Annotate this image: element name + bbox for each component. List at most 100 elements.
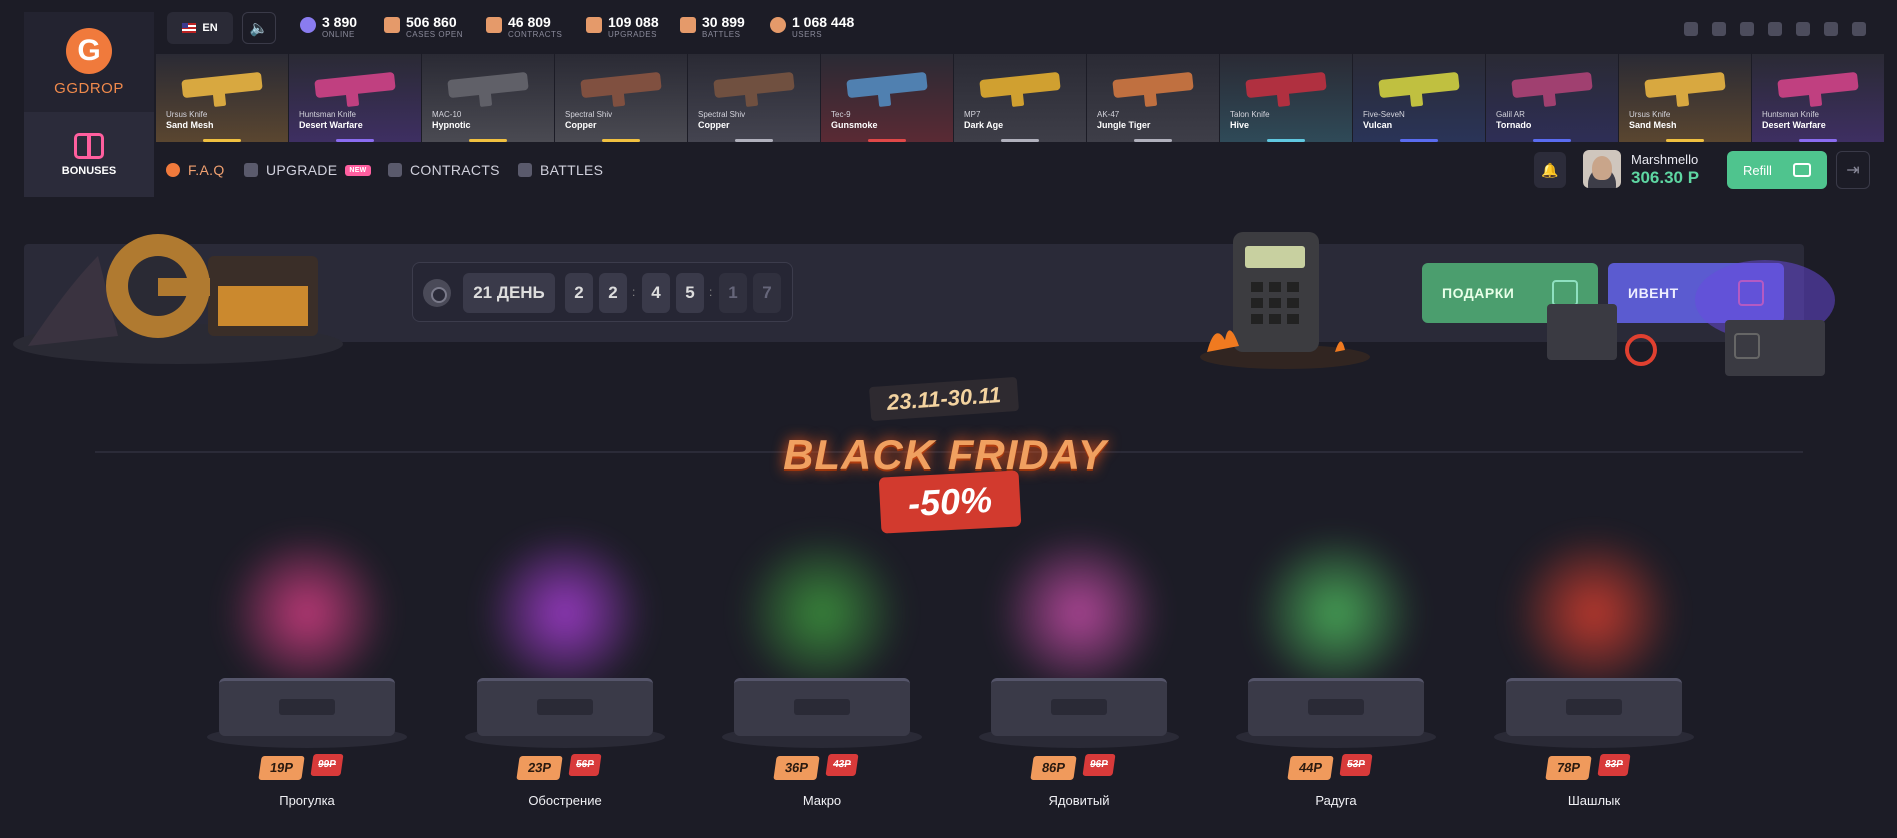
live-drop-card[interactable]: MP7 Dark Age bbox=[954, 54, 1086, 142]
user-icon bbox=[770, 17, 786, 33]
user-balance: 306.30 P bbox=[1631, 168, 1700, 187]
drop-weapon: Ursus Knife bbox=[166, 110, 208, 119]
live-drop-card[interactable]: Five-SeveN Vulcan bbox=[1353, 54, 1485, 142]
tiktok-icon[interactable] bbox=[1852, 22, 1866, 36]
case-card[interactable]: 78P 83P Шашлык bbox=[1484, 528, 1704, 810]
vk-icon[interactable] bbox=[1712, 22, 1726, 36]
live-drop-card[interactable]: Ursus Knife Sand Mesh bbox=[1619, 54, 1751, 142]
youtube-icon[interactable] bbox=[1768, 22, 1782, 36]
drop-weapon: Huntsman Knife bbox=[299, 110, 356, 119]
stat-value: 3 890 bbox=[322, 14, 358, 30]
online-icon bbox=[300, 17, 316, 33]
drop-skin: Copper bbox=[698, 120, 730, 130]
contract-icon bbox=[388, 163, 402, 177]
countdown-separator: : bbox=[632, 285, 636, 299]
nav-label: F.A.Q bbox=[188, 162, 225, 178]
countdown-digit: 2 bbox=[565, 273, 593, 313]
live-drop-card[interactable]: AK-47 Jungle Tiger bbox=[1087, 54, 1219, 142]
logout-button[interactable]: ⇥ bbox=[1836, 151, 1870, 189]
rarity-bar bbox=[735, 139, 773, 142]
case-card[interactable]: 44P 53P Радуга bbox=[1226, 528, 1446, 810]
nav-label: BATTLES bbox=[540, 162, 604, 178]
weapon-image bbox=[447, 71, 529, 99]
stat-label: ONLINE bbox=[322, 30, 355, 39]
refill-button[interactable]: Refill bbox=[1727, 151, 1827, 189]
sound-toggle[interactable]: 🔈 bbox=[242, 12, 276, 44]
nav-faq[interactable]: F.A.Q bbox=[166, 160, 225, 180]
clock-icon bbox=[423, 279, 451, 307]
site-logo[interactable]: G GGDROP bbox=[24, 12, 154, 112]
notifications-button[interactable]: 🔔 bbox=[1534, 152, 1566, 188]
drop-weapon: Spectral Shiv bbox=[698, 110, 746, 119]
bonuses-button[interactable]: BONUSES bbox=[24, 112, 154, 197]
nav-label: UPGRADE bbox=[266, 162, 338, 178]
username[interactable]: Marshmello bbox=[1631, 152, 1698, 167]
live-drop-card[interactable]: Huntsman Knife Desert Warfare bbox=[289, 54, 421, 142]
twitter-icon[interactable] bbox=[1796, 22, 1810, 36]
weapon-image bbox=[1644, 71, 1726, 99]
case-art bbox=[732, 538, 912, 688]
case-old-price: 56P bbox=[568, 754, 602, 776]
stat-label: BATTLES bbox=[702, 30, 741, 39]
rarity-bar bbox=[336, 139, 374, 142]
rarity-bar bbox=[602, 139, 640, 142]
case-box bbox=[991, 678, 1167, 736]
case-card[interactable]: 36P 43P Макро bbox=[712, 528, 932, 810]
telegram-icon[interactable] bbox=[1684, 22, 1698, 36]
drop-skin: Tornado bbox=[1496, 120, 1532, 130]
instagram-icon[interactable] bbox=[1740, 22, 1754, 36]
countdown-digit: 4 bbox=[642, 273, 670, 313]
case-card[interactable]: 86P 96P Ядовитый bbox=[969, 528, 1189, 810]
live-drop-card[interactable]: Huntsman Knife Desert Warfare bbox=[1752, 54, 1884, 142]
case-name: Макро bbox=[802, 793, 842, 808]
countdown-digit: 7 bbox=[753, 273, 781, 313]
weapon-image bbox=[713, 71, 795, 99]
case-old-price: 96P bbox=[1082, 754, 1116, 776]
weapon-image bbox=[181, 71, 263, 99]
case-art bbox=[1504, 538, 1684, 688]
live-drop-card[interactable]: Talon Knife Hive bbox=[1220, 54, 1352, 142]
us-flag-icon bbox=[182, 23, 197, 33]
case-old-price: 53P bbox=[1339, 754, 1373, 776]
live-drop-card[interactable]: Spectral Shiv Copper bbox=[688, 54, 820, 142]
countdown-days: 21 ДЕНЬ bbox=[463, 273, 555, 313]
stat-value: 46 809 bbox=[508, 14, 551, 30]
case-card[interactable]: 23P 56P Обострение bbox=[455, 528, 675, 810]
live-drop-card[interactable]: Ursus Knife Sand Mesh bbox=[156, 54, 288, 142]
bell-icon: 🔔 bbox=[1541, 161, 1559, 178]
case-art bbox=[989, 538, 1169, 688]
weapon-image bbox=[846, 71, 928, 99]
nav-upgrade[interactable]: UPGRADE NEW bbox=[244, 160, 371, 180]
live-drop-card[interactable]: MAC-10 Hypnotic bbox=[422, 54, 554, 142]
case-icon bbox=[384, 17, 400, 33]
stat-value: 1 068 448 bbox=[792, 14, 855, 30]
logo-text: GGDROP bbox=[54, 79, 124, 97]
countdown-digit: 5 bbox=[676, 273, 704, 313]
stat-online: 3 890 ONLINE bbox=[300, 14, 357, 44]
event-chest-illustration bbox=[1547, 260, 1835, 376]
case-name: Шашлык bbox=[1567, 793, 1621, 808]
nav-battles[interactable]: BATTLES bbox=[518, 160, 603, 180]
live-drop-card[interactable]: Tec-9 Gunsmoke bbox=[821, 54, 953, 142]
stat-cases-open: 506 860 CASES OPEN bbox=[384, 14, 463, 44]
case-name: Радуга bbox=[1315, 793, 1357, 808]
case-box bbox=[219, 678, 395, 736]
countdown-digit: 2 bbox=[599, 273, 627, 313]
speaker-icon: 🔈 bbox=[249, 20, 269, 37]
nav-contracts[interactable]: CONTRACTS bbox=[388, 160, 500, 180]
language-code: EN bbox=[202, 22, 218, 34]
stat-contracts: 46 809 CONTRACTS bbox=[486, 14, 562, 44]
live-drop-card[interactable]: Spectral Shiv Copper bbox=[555, 54, 687, 142]
facebook-icon[interactable] bbox=[1824, 22, 1838, 36]
language-select[interactable]: EN bbox=[167, 12, 233, 44]
bomb-device-illustration bbox=[1200, 232, 1370, 369]
logout-icon: ⇥ bbox=[1846, 162, 1860, 179]
weapon-image bbox=[314, 71, 396, 99]
bonuses-label: BONUSES bbox=[61, 164, 117, 177]
case-card[interactable]: 19P 99P Прогулка bbox=[197, 528, 417, 810]
case-art bbox=[217, 538, 397, 688]
avatar[interactable] bbox=[1583, 150, 1621, 188]
live-drop-card[interactable]: Galil AR Tornado bbox=[1486, 54, 1618, 142]
weapon-image bbox=[580, 71, 662, 99]
upgrade-icon bbox=[244, 163, 258, 177]
